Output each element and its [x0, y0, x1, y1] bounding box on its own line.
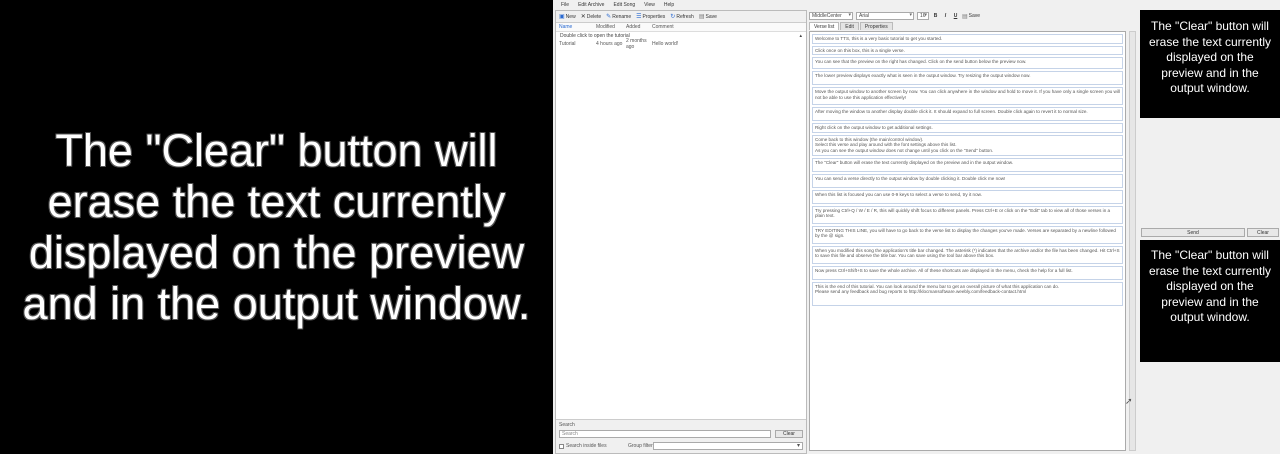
verse-item[interactable]: Come back to this window (the main/contr… [812, 134, 1123, 156]
list-item[interactable]: Tutorial 4 hours ago 2 months ago Hello … [556, 38, 806, 50]
search-mode-checkbox[interactable]: Search inside files [559, 443, 607, 449]
output-preview-text: The "Clear" button will erase the text c… [1148, 248, 1272, 325]
verse-item[interactable]: When this list is focused you can use 0-… [812, 189, 1123, 204]
verse-list-scrollbar[interactable] [1129, 31, 1136, 451]
menu-edit-archive[interactable]: Edit Archive [578, 2, 604, 8]
send-button[interactable]: Send [1141, 228, 1245, 237]
save-icon: ▤ [962, 13, 968, 20]
verse-list: Welcome to TTS, this is a very basic tut… [809, 31, 1126, 451]
search-mode-label: Search inside files [566, 443, 607, 449]
tab-edit[interactable]: Edit [840, 22, 859, 30]
new-button[interactable]: ▣ New [559, 13, 576, 21]
clear-button[interactable]: Clear [1247, 228, 1279, 237]
menu-edit-song[interactable]: Edit Song [613, 2, 635, 8]
group-label: Double click to open the tutorial [560, 33, 630, 39]
font-size-select[interactable]: 16 [917, 12, 929, 20]
editor-save-button[interactable]: ▤ Save [962, 13, 980, 20]
editor-tabs: Verse list Edit Properties [807, 22, 1138, 30]
properties-icon: ☰ [636, 14, 642, 20]
italic-button[interactable]: I [942, 13, 949, 19]
tab-properties[interactable]: Properties [859, 22, 893, 30]
item-added: 2 months ago [626, 38, 647, 50]
rename-icon: ✎ [606, 14, 612, 20]
verse-item[interactable]: Click once on this box, this is a single… [812, 45, 1123, 56]
editor-toolbar: MiddleCenter Arial 16 B I U ▤Save [807, 10, 1138, 22]
main-control-window: File Edit Archive Edit Song View Help ▣ N… [553, 0, 1280, 454]
verse-item[interactable]: Welcome to TTS, this is a very basic tut… [812, 34, 1123, 44]
search-panel: Search Search Clear Search inside files … [556, 419, 806, 453]
underline-button[interactable]: U [952, 13, 959, 19]
item-comment: Hello world! [652, 41, 679, 47]
alignment-select[interactable]: MiddleCenter [809, 12, 853, 20]
list-group-header[interactable]: Double click to open the tutorial ▴ [556, 32, 806, 40]
new-label: New [565, 13, 576, 20]
item-name: Tutorial [559, 41, 576, 47]
preview-text: The "Clear" button will erase the text c… [1148, 19, 1272, 96]
rename-button[interactable]: ✎ Rename [606, 13, 632, 21]
verse-item[interactable]: Move the output window to another screen… [812, 87, 1123, 106]
delete-button[interactable]: ✕ Delete [580, 13, 602, 21]
verse-item[interactable]: This is the end of this tutorial. You ca… [812, 281, 1123, 306]
mouse-cursor-icon: ➚ [1125, 396, 1133, 406]
menu-bar: File Edit Archive Edit Song View Help [553, 0, 1280, 10]
list-column-headers: Name Modified Added Comment [556, 23, 806, 32]
refresh-label: Refresh [676, 13, 694, 20]
collapse-icon[interactable]: ▴ [799, 33, 802, 39]
list-toolbar: ▣ New ✕ Delete ✎ Rename ☰ Properties ↻ Refres… [556, 11, 806, 23]
output-window[interactable]: The "Clear" button will erase the text c… [0, 0, 553, 454]
new-icon: ▣ [559, 14, 565, 20]
preview-display: The "Clear" button will erase the text c… [1140, 10, 1280, 118]
column-added[interactable]: Added [623, 24, 649, 30]
verse-item[interactable]: TRY EDITING THIS LINE, you will have to … [812, 225, 1123, 244]
song-editor-panel: MiddleCenter Arial 16 B I U ▤Save Verse … [807, 10, 1138, 454]
menu-file[interactable]: File [561, 2, 569, 8]
save-label: Save [705, 13, 717, 20]
verse-item[interactable]: When you modified this song the applicat… [812, 245, 1123, 264]
menu-help[interactable]: Help [664, 2, 674, 8]
editor-save-label: Save [968, 13, 981, 19]
send-controls: Send Clear [1140, 228, 1280, 238]
verse-item[interactable]: The "Clear" button will erase the text c… [812, 157, 1123, 172]
item-modified: 4 hours ago [596, 41, 623, 47]
output-window-text: The "Clear" button will erase the text c… [22, 125, 531, 329]
column-modified[interactable]: Modified [593, 24, 623, 30]
verse-item[interactable]: Try pressing Ctrl+Q / W / E / R, this wi… [812, 205, 1123, 224]
properties-label: Properties [642, 13, 666, 20]
refresh-button[interactable]: ↻ Refresh [670, 13, 694, 21]
verse-item[interactable]: You can see that the preview on the righ… [812, 57, 1123, 70]
column-name[interactable]: Name [556, 24, 593, 30]
search-input[interactable]: Search [559, 430, 771, 438]
verse-item[interactable]: You can send a verse directly to the out… [812, 173, 1123, 188]
verse-item[interactable]: Now press Ctrl+Shift+S to save the whole… [812, 265, 1123, 280]
column-comment[interactable]: Comment [649, 24, 689, 30]
verse-item[interactable]: The lower preview displays exactly what … [812, 71, 1123, 86]
refresh-icon: ↻ [670, 14, 676, 20]
song-list-panel: ▣ New ✕ Delete ✎ Rename ☰ Properties ↻ Refres… [555, 10, 807, 454]
bold-button[interactable]: B [932, 13, 939, 19]
checkbox-box[interactable] [559, 443, 564, 449]
tab-verse-list[interactable]: Verse list [809, 22, 840, 30]
delete-label: Delete [586, 13, 602, 20]
save-button[interactable]: ▤ Save [698, 13, 717, 21]
rename-label: Rename [612, 13, 632, 20]
group-filter-label: Group filter [628, 443, 653, 449]
save-icon: ▤ [698, 14, 705, 20]
font-select[interactable]: Arial [856, 12, 914, 20]
preview-panel: The "Clear" button will erase the text c… [1140, 10, 1280, 454]
group-filter-select[interactable] [653, 442, 803, 450]
properties-button[interactable]: ☰ Properties [636, 13, 666, 21]
menu-view[interactable]: View [644, 2, 655, 8]
output-preview-display: The "Clear" button will erase the text c… [1140, 240, 1280, 362]
verse-item[interactable]: Right click on the output window to get … [812, 123, 1123, 133]
delete-icon: ✕ [580, 14, 586, 20]
search-clear-button[interactable]: Clear [775, 430, 803, 438]
search-label: Search [559, 422, 575, 428]
verse-item[interactable]: After moving the window to another displ… [812, 107, 1123, 122]
